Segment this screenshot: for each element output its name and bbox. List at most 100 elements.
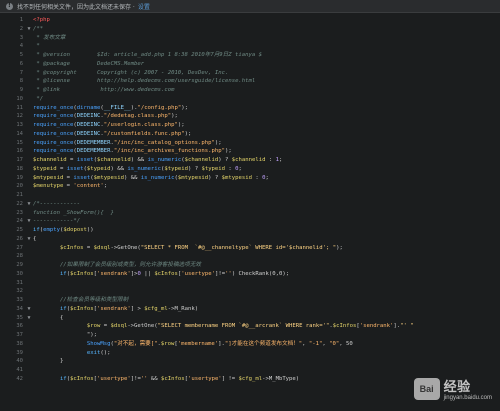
code-token: DEDEINC [76,130,101,137]
line-number: 8 [19,78,23,85]
code-token: { [33,314,64,321]
code-token: ]!= [214,270,226,277]
code-line[interactable]: exit(); [33,349,111,357]
code-editor[interactable]: 1 <?php 2 ▼/** 3 * 发布文章 4 * 5 * @version $Id: … [0,14,500,411]
code-token: */ [33,95,44,102]
code-line[interactable]: require_once(DEDEINC."/userlogin.class.p… [33,121,185,129]
line-number: 24 [16,218,23,225]
watermark-url: jingyan.baidu.com [443,395,492,401]
code-token: $typeid [86,165,111,172]
code-line[interactable]: * @package DedeCMS.Member [33,60,144,68]
code-line[interactable]: ShowMsg("对不起，需要[".$row['membername']."]才… [33,340,353,348]
code-token: if [33,270,67,277]
code-line[interactable]: * @version $Id: article_add.php 1 8:38 2… [33,51,262,59]
code-token: $menutype [33,183,64,190]
code-line[interactable]: require_once(DEDEMEMBER."/inc/inc_catalo… [33,139,222,147]
code-line[interactable]: if($cInfos['sendrank'] > $cfg_ml->M_Rank… [33,305,198,313]
fold-toggle-icon[interactable]: ▼ [26,217,32,225]
code-line[interactable]: $typeid = isset($typeid) && is_numeric($… [33,165,242,173]
line-number: 42 [16,375,23,382]
code-token: * [33,43,40,50]
code-token: $typeid [33,165,57,172]
code-token: $dsql [110,323,128,330]
fold-toggle-icon[interactable]: ▼ [26,235,32,243]
line-number: 36 [16,323,23,330]
code-line[interactable]: <?php [33,16,50,24]
code-line[interactable]: if($cInfos['usertype']!='' && $cInfos['u… [33,375,299,383]
fold-toggle-icon[interactable]: ▼ [26,305,32,313]
code-line[interactable]: { [33,314,63,322]
code-token: ]!= [130,375,141,382]
code-line[interactable]: "); [33,331,97,339]
code-token: = [63,174,74,181]
code-token: if [33,305,67,312]
code-line[interactable]: if(empty($dopost)) [33,226,94,234]
code-token: $cInfos [70,270,94,277]
fold-toggle-icon[interactable]: ▼ [26,200,32,208]
code-token: $channelid [33,157,67,163]
code-token: ); [177,122,185,128]
watermark-title: 经验 [443,379,471,394]
code-line[interactable]: * [33,42,40,50]
code-token: ); [214,139,222,146]
code-token: "]才能在这个频道发布文档！" [224,340,303,347]
code-token: empty [43,227,60,233]
code-token: $mtypesid [221,174,252,181]
fold-toggle-icon[interactable]: ▼ [26,314,32,322]
code-line[interactable]: $channelid = isset($channelid) && is_num… [33,156,282,164]
fold-toggle-icon[interactable]: ▼ [26,25,32,33]
code-line[interactable]: */ [33,95,43,103]
code-token: require_once [33,122,74,128]
line-number: 12 [16,113,23,120]
code-token: $dopost [63,227,87,233]
code-line[interactable]: ------------*/ [33,217,80,225]
code-line[interactable]: if($cInfos['sendrank']>0 || $cInfos['use… [33,270,289,278]
code-line[interactable]: //如果限制了会员级别或类型，则允许游客投稿选项无效 [33,261,201,269]
code-line[interactable]: /** [33,25,43,33]
line-number: 29 [16,262,23,268]
code-token: $mtypesid [177,174,209,181]
code-line[interactable]: * @copyright Copyright (c) 2007 - 2010, … [33,69,228,77]
line-number: 2 [19,25,23,32]
code-token: $cInfos [161,375,185,382]
code-token: DEDEINC [76,113,101,120]
code-token: } [33,358,64,365]
code-line[interactable]: * @license http://help.dedecms.com/users… [33,77,255,85]
code-line[interactable]: $cInfos = $dsql->GetOne("SELECT * FROM `… [33,244,343,252]
code-line[interactable]: $row = $dsql->GetOne("SELECT membername … [33,322,414,330]
code-token: '' [225,270,232,277]
code-token: ); [171,113,178,120]
code-line[interactable]: $menutype = 'content'; [33,182,107,190]
info-bar: 找不到任何相关文件，因为此文档还未保存 · 设置 [0,0,500,13]
code-line[interactable]: { [33,235,36,243]
code-token: is_numeric [147,157,182,163]
code-line[interactable]: require_once(DEDEMEMBER."/inc/inc_archiv… [33,147,232,155]
code-line[interactable]: /*------------ [33,200,80,208]
code-line[interactable]: require_once(DEDEINC."/customfields.func… [33,130,191,138]
code-token: $mtypesid [93,174,124,181]
code-token: ); [184,130,192,137]
code-line[interactable]: //检查会员等级和类型限制 [33,296,128,304]
code-token: DEDEMEMBER [76,139,111,146]
code-line[interactable]: * 发布文章 [33,34,65,42]
code-line[interactable]: } [33,357,63,365]
code-token: is_numeric [140,174,175,181]
line-number: 17 [16,157,23,163]
code-token: ------------*/ [33,218,81,225]
code-line[interactable]: * @link http://www.dedecms.com [33,86,174,94]
code-token: ShowMsg [33,340,111,347]
code-line[interactable]: function _ShowForm(){ } [33,209,114,217]
code-token: 'content' [73,183,104,190]
code-token: is_numeric [127,165,162,172]
code-token: $cfg_ml [238,375,263,382]
code-token: { [33,235,37,242]
code-token: require_once [33,130,74,137]
code-token: ); [181,104,188,111]
line-number: 41 [16,367,23,373]
code-line[interactable]: $mtypesid = isset($mtypesid) && is_numer… [33,174,269,182]
settings-link[interactable]: 设置 [138,2,150,11]
code-token: $mtypesid [33,174,64,181]
code-line[interactable]: require_once(DEDEINC."/dedetag.class.php… [33,112,178,120]
code-token: ->M_Rank) [167,305,199,312]
code-line[interactable]: require_once(dirname(__FILE__)."/config.… [33,104,188,112]
